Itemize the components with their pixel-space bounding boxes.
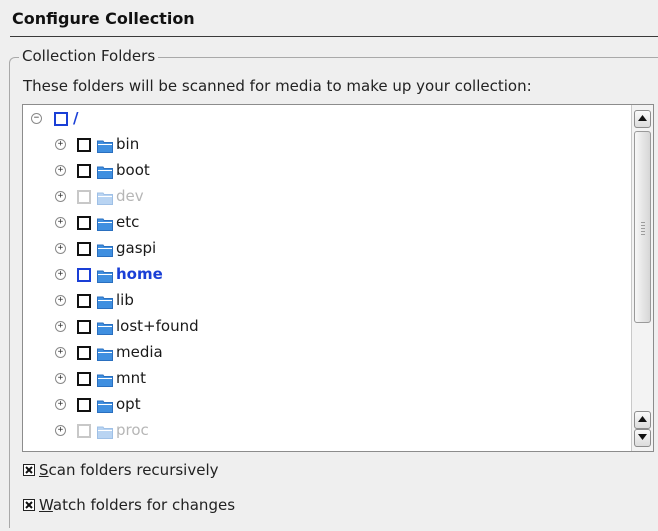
tree-item-label: gaspi bbox=[116, 239, 157, 257]
arrow-up-icon bbox=[638, 416, 647, 422]
expand-icon[interactable]: + bbox=[55, 139, 66, 150]
arrow-down-icon bbox=[638, 434, 647, 440]
expand-icon[interactable]: + bbox=[55, 165, 66, 176]
scroll-up-button-lower[interactable] bbox=[634, 411, 651, 429]
folder-icon bbox=[97, 371, 113, 387]
scroll-up-button[interactable] bbox=[634, 110, 651, 128]
tree-row[interactable]: + etc bbox=[23, 211, 623, 233]
expand-icon[interactable]: + bbox=[55, 347, 66, 358]
expand-icon[interactable]: + bbox=[55, 425, 66, 436]
tree-row[interactable]: + media bbox=[23, 341, 623, 363]
tree-item-label: bin bbox=[116, 135, 140, 153]
tree-item-label: dev bbox=[116, 187, 144, 205]
expand-icon[interactable]: + bbox=[55, 399, 66, 410]
folder-checkbox[interactable] bbox=[77, 138, 91, 152]
user-folder-icon bbox=[97, 241, 113, 257]
tree-item-label: boot bbox=[116, 161, 150, 179]
page-title: Configure Collection bbox=[12, 9, 195, 28]
tree-item-label: media bbox=[116, 343, 163, 361]
check-x-icon bbox=[25, 501, 33, 509]
expand-icon[interactable]: + bbox=[55, 217, 66, 228]
expand-icon[interactable]: + bbox=[55, 373, 66, 384]
group-title: Collection Folders bbox=[19, 47, 159, 65]
folder-checkbox bbox=[77, 424, 91, 438]
scroll-down-button[interactable] bbox=[634, 429, 651, 447]
group-description: These folders will be scanned for media … bbox=[23, 77, 532, 95]
header-divider bbox=[10, 36, 658, 37]
tree-item-label: home bbox=[116, 265, 163, 283]
tree-row[interactable]: + bin bbox=[23, 133, 623, 155]
check-x-icon bbox=[25, 466, 33, 474]
folder-icon bbox=[97, 423, 113, 439]
expand-icon[interactable]: + bbox=[55, 191, 66, 202]
folder-icon bbox=[97, 397, 113, 413]
arrow-up-icon bbox=[638, 115, 647, 121]
expand-icon[interactable]: + bbox=[55, 243, 66, 254]
root-checkbox[interactable] bbox=[54, 112, 68, 126]
tree-row[interactable]: + dev bbox=[23, 185, 623, 207]
folder-checkbox[interactable] bbox=[77, 242, 91, 256]
scan-recursive-checkbox[interactable] bbox=[23, 464, 35, 476]
tree-row[interactable]: + proc bbox=[23, 419, 623, 441]
expand-icon[interactable]: + bbox=[55, 321, 66, 332]
grip-icon bbox=[641, 222, 645, 236]
tree-root-label: / bbox=[73, 109, 79, 127]
folder-icon bbox=[97, 267, 113, 283]
folder-checkbox[interactable] bbox=[77, 164, 91, 178]
folder-icon bbox=[97, 189, 113, 205]
tree-row[interactable]: + home bbox=[23, 263, 623, 285]
expand-icon[interactable]: + bbox=[55, 269, 66, 280]
tree-item-label: mnt bbox=[116, 369, 146, 387]
tree-row[interactable]: + opt bbox=[23, 393, 623, 415]
watch-changes-label: Watch folders for changes bbox=[39, 496, 236, 514]
collapse-icon[interactable]: − bbox=[31, 113, 42, 124]
folder-icon bbox=[97, 215, 113, 231]
folder-checkbox[interactable] bbox=[77, 268, 91, 282]
tree-row[interactable]: + lost+found bbox=[23, 315, 623, 337]
watch-changes-checkbox[interactable] bbox=[23, 499, 35, 511]
folder-checkbox[interactable] bbox=[77, 216, 91, 230]
folder-icon bbox=[97, 293, 113, 309]
folder-checkbox[interactable] bbox=[77, 346, 91, 360]
tree-row[interactable]: + lib bbox=[23, 289, 623, 311]
folder-checkbox bbox=[77, 190, 91, 204]
folder-checkbox[interactable] bbox=[77, 372, 91, 386]
folder-checkbox[interactable] bbox=[77, 320, 91, 334]
tree-item-label: proc bbox=[116, 421, 149, 439]
tree-root-row[interactable]: − / bbox=[23, 107, 623, 129]
folder-checkbox[interactable] bbox=[77, 294, 91, 308]
tree-row[interactable]: + boot bbox=[23, 159, 623, 181]
tree-item-label: lib bbox=[116, 291, 134, 309]
folder-icon bbox=[97, 137, 113, 153]
tree-item-label: lost+found bbox=[116, 317, 199, 335]
tree-item-label: opt bbox=[116, 395, 141, 413]
scrollbar-thumb[interactable] bbox=[634, 131, 651, 323]
vertical-scrollbar[interactable] bbox=[631, 105, 653, 451]
folder-icon bbox=[97, 163, 113, 179]
folder-icon bbox=[97, 345, 113, 361]
folder-checkbox[interactable] bbox=[77, 398, 91, 412]
tree-item-label: etc bbox=[116, 213, 140, 231]
scan-recursive-label: Scan folders recursively bbox=[39, 461, 219, 479]
expand-icon[interactable]: + bbox=[55, 295, 66, 306]
tree-row[interactable]: + mnt bbox=[23, 367, 623, 389]
dialog-header: Configure Collection bbox=[0, 0, 658, 37]
tree-row[interactable]: + gaspi bbox=[23, 237, 623, 259]
folder-tree[interactable]: − / + bin + boot + dev + etc + gaspi + home + lib + los… bbox=[22, 104, 654, 452]
folder-icon bbox=[97, 319, 113, 335]
